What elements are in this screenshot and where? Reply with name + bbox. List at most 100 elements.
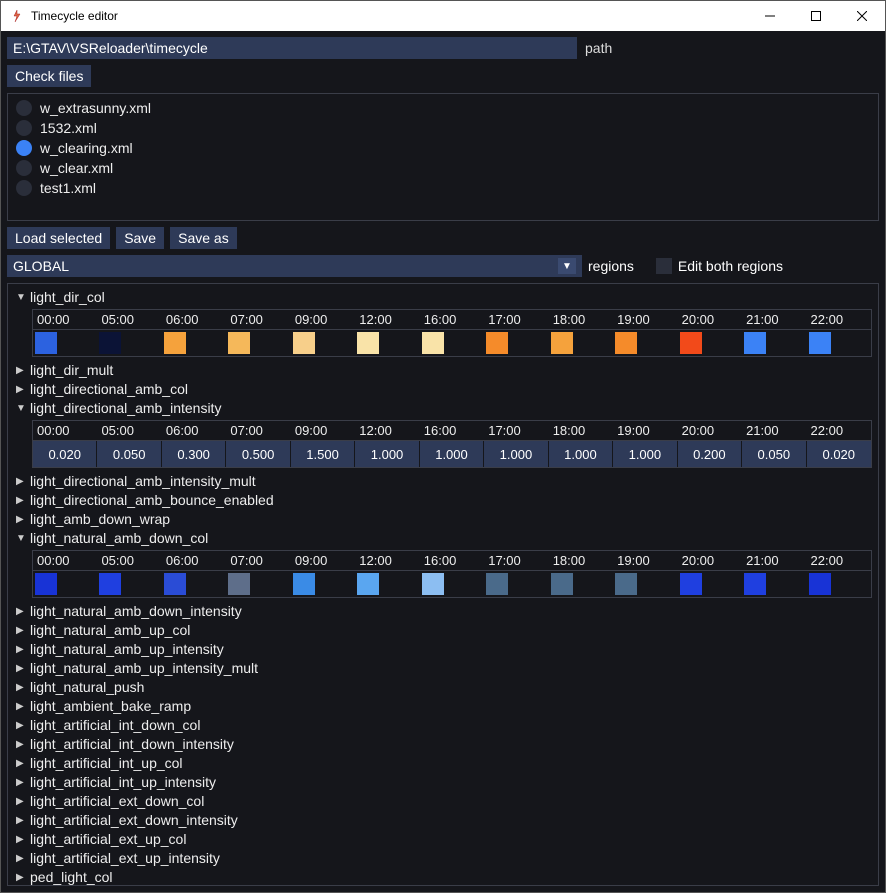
file-item[interactable]: w_clear.xml [8, 158, 878, 178]
color-swatch[interactable] [422, 573, 444, 595]
color-cell[interactable] [678, 330, 742, 356]
minimize-button[interactable] [747, 1, 793, 31]
number-cell[interactable]: 0.500 [226, 441, 290, 467]
region-select[interactable]: GLOBAL ▼ [7, 255, 582, 277]
color-swatch[interactable] [357, 573, 379, 595]
color-cell[interactable] [291, 330, 355, 356]
color-cell[interactable] [162, 330, 226, 356]
param-header[interactable]: ▶light_natural_amb_down_intensity [12, 602, 878, 621]
color-swatch[interactable] [809, 332, 831, 354]
color-cell[interactable] [33, 571, 97, 597]
param-header[interactable]: ▶ped_light_col [12, 868, 878, 886]
color-cell[interactable] [420, 330, 484, 356]
color-cell[interactable] [226, 330, 290, 356]
color-cell[interactable] [97, 571, 161, 597]
color-swatch[interactable] [422, 332, 444, 354]
param-header[interactable]: ▶light_artificial_ext_down_intensity [12, 811, 878, 830]
color-swatch[interactable] [293, 332, 315, 354]
check-files-button[interactable]: Check files [7, 65, 91, 87]
edit-both-regions-checkbox[interactable] [656, 258, 672, 274]
parameter-tree[interactable]: ▼light_dir_col00:0005:0006:0007:0009:001… [7, 283, 879, 886]
file-item[interactable]: test1.xml [8, 178, 878, 198]
number-cell[interactable]: 0.020 [33, 441, 97, 467]
file-radio[interactable] [16, 140, 32, 156]
number-cell[interactable]: 1.000 [549, 441, 613, 467]
color-cell[interactable] [742, 571, 806, 597]
number-cell[interactable]: 0.050 [742, 441, 806, 467]
color-cell[interactable] [162, 571, 226, 597]
param-header[interactable]: ▶light_artificial_int_down_intensity [12, 735, 878, 754]
color-swatch[interactable] [35, 573, 57, 595]
number-cell[interactable]: 0.300 [162, 441, 226, 467]
color-cell[interactable] [291, 571, 355, 597]
param-header[interactable]: ▶light_natural_amb_up_intensity [12, 640, 878, 659]
param-header[interactable]: ▶light_artificial_ext_up_col [12, 830, 878, 849]
color-swatch[interactable] [99, 332, 121, 354]
param-header[interactable]: ▶light_natural_amb_up_intensity_mult [12, 659, 878, 678]
color-swatch[interactable] [486, 332, 508, 354]
param-header[interactable]: ▶light_artificial_ext_up_intensity [12, 849, 878, 868]
color-swatch[interactable] [744, 332, 766, 354]
color-cell[interactable] [549, 571, 613, 597]
color-swatch[interactable] [744, 573, 766, 595]
maximize-button[interactable] [793, 1, 839, 31]
save-as-button[interactable]: Save as [170, 227, 237, 249]
param-header[interactable]: ▶light_natural_amb_up_col [12, 621, 878, 640]
file-radio[interactable] [16, 120, 32, 136]
param-header[interactable]: ▼light_natural_amb_down_col [12, 529, 878, 548]
color-swatch[interactable] [164, 573, 186, 595]
color-cell[interactable] [484, 330, 548, 356]
color-cell[interactable] [226, 571, 290, 597]
file-item[interactable]: 1532.xml [8, 118, 878, 138]
color-cell[interactable] [355, 330, 419, 356]
number-cell[interactable]: 1.000 [420, 441, 484, 467]
param-header[interactable]: ▶light_directional_amb_intensity_mult [12, 472, 878, 491]
number-cell[interactable]: 1.000 [613, 441, 677, 467]
file-radio[interactable] [16, 100, 32, 116]
color-swatch[interactable] [35, 332, 57, 354]
color-cell[interactable] [549, 330, 613, 356]
param-header[interactable]: ▼light_dir_col [12, 288, 878, 307]
color-swatch[interactable] [164, 332, 186, 354]
param-header[interactable]: ▶light_amb_down_wrap [12, 510, 878, 529]
color-cell[interactable] [420, 571, 484, 597]
color-cell[interactable] [33, 330, 97, 356]
param-header[interactable]: ▶light_artificial_int_down_col [12, 716, 878, 735]
number-cell[interactable]: 0.050 [97, 441, 161, 467]
path-input[interactable] [7, 37, 577, 59]
param-header[interactable]: ▶light_directional_amb_bounce_enabled [12, 491, 878, 510]
color-cell[interactable] [484, 571, 548, 597]
number-cell[interactable]: 1.500 [291, 441, 355, 467]
color-swatch[interactable] [615, 332, 637, 354]
color-swatch[interactable] [551, 332, 573, 354]
color-cell[interactable] [807, 330, 871, 356]
color-cell[interactable] [742, 330, 806, 356]
color-cell[interactable] [355, 571, 419, 597]
color-swatch[interactable] [99, 573, 121, 595]
param-header[interactable]: ▶light_directional_amb_col [12, 380, 878, 399]
color-swatch[interactable] [809, 573, 831, 595]
load-selected-button[interactable]: Load selected [7, 227, 110, 249]
color-swatch[interactable] [357, 332, 379, 354]
param-header[interactable]: ▶light_natural_push [12, 678, 878, 697]
color-cell[interactable] [807, 571, 871, 597]
param-header[interactable]: ▶light_dir_mult [12, 361, 878, 380]
color-cell[interactable] [97, 330, 161, 356]
number-cell[interactable]: 1.000 [484, 441, 548, 467]
color-swatch[interactable] [615, 573, 637, 595]
param-header[interactable]: ▶light_artificial_int_up_col [12, 754, 878, 773]
param-header[interactable]: ▶light_artificial_ext_down_col [12, 792, 878, 811]
color-swatch[interactable] [680, 332, 702, 354]
param-header[interactable]: ▶light_artificial_int_up_intensity [12, 773, 878, 792]
color-cell[interactable] [613, 330, 677, 356]
color-cell[interactable] [613, 571, 677, 597]
number-cell[interactable]: 0.020 [807, 441, 871, 467]
color-swatch[interactable] [551, 573, 573, 595]
color-swatch[interactable] [228, 573, 250, 595]
file-item[interactable]: w_clearing.xml [8, 138, 878, 158]
file-radio[interactable] [16, 160, 32, 176]
color-swatch[interactable] [486, 573, 508, 595]
file-list[interactable]: w_extrasunny.xml1532.xmlw_clearing.xmlw_… [7, 93, 879, 221]
color-swatch[interactable] [680, 573, 702, 595]
file-radio[interactable] [16, 180, 32, 196]
